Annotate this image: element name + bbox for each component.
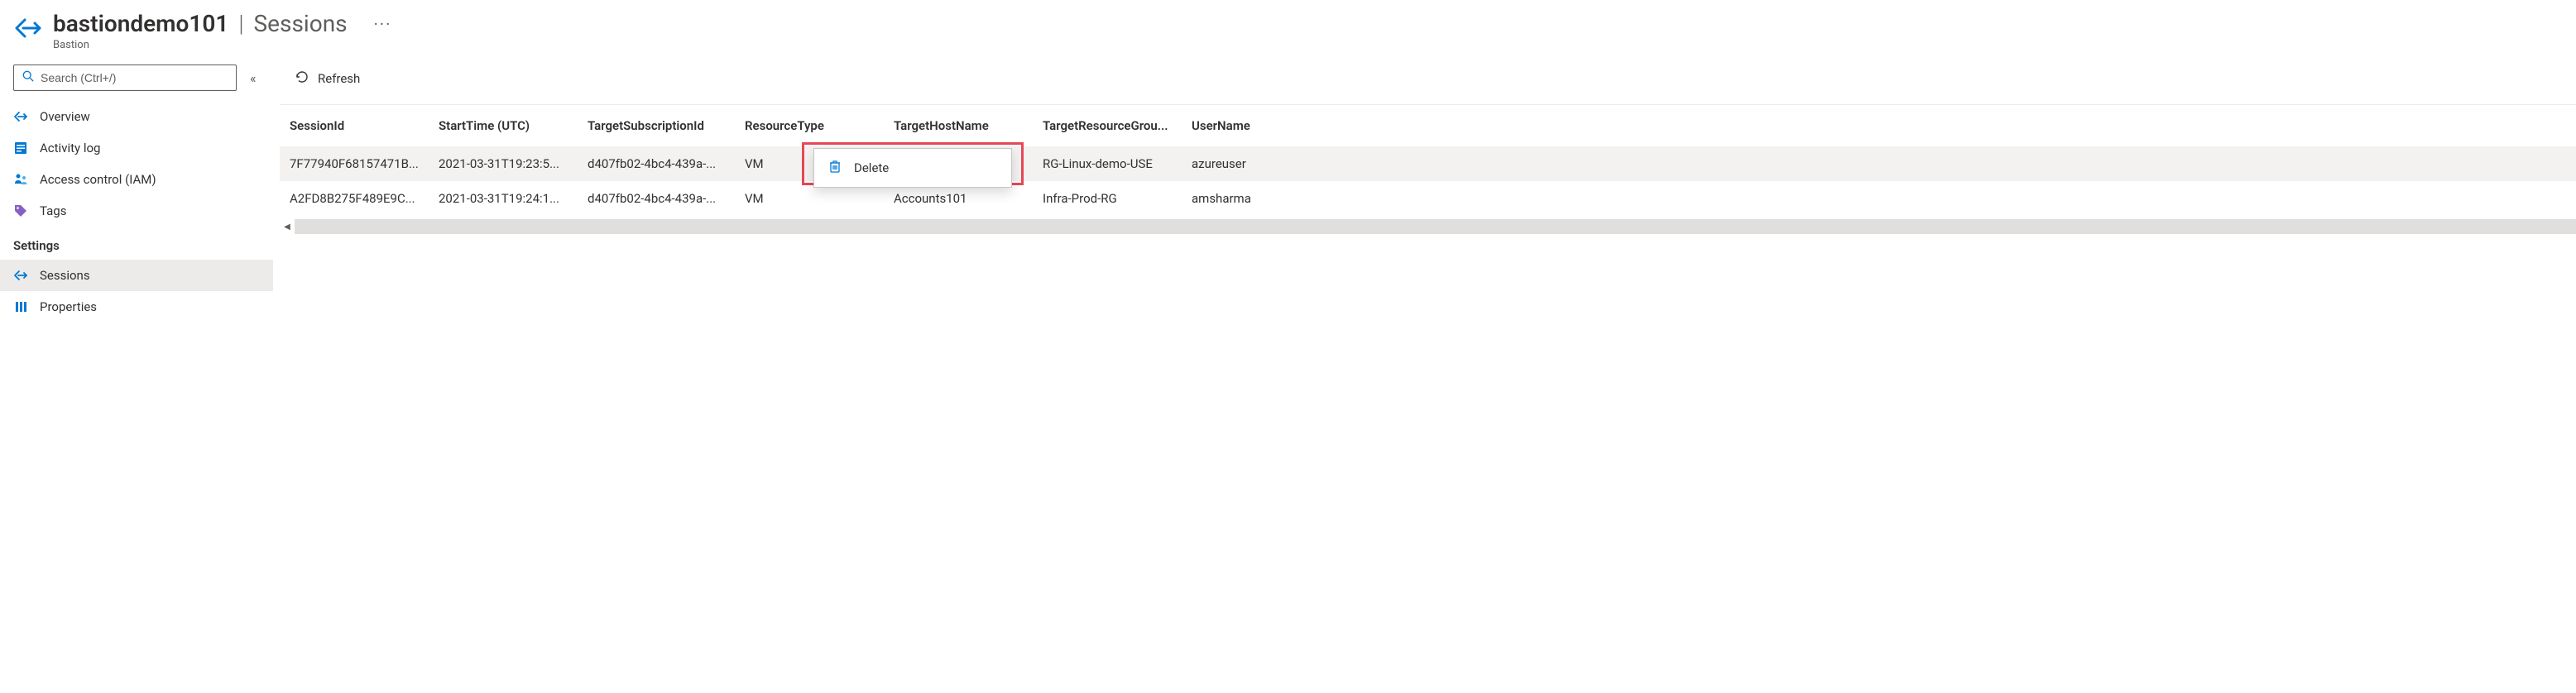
delete-menu-item[interactable]: Delete — [814, 149, 1011, 187]
search-box[interactable] — [13, 65, 237, 91]
table-header-row: SessionId StartTime (UTC) TargetSubscrip… — [280, 105, 2576, 146]
resource-name: bastiondemo101 — [53, 10, 228, 37]
nav-label: Sessions — [40, 268, 90, 283]
resource-type-label: Bastion — [53, 39, 391, 51]
col-user-name[interactable]: UserName — [1182, 105, 1331, 146]
tags-icon — [13, 203, 28, 218]
sidebar: « Overview Activity log Access control (… — [0, 58, 273, 329]
scroll-left-arrow[interactable]: ◀ — [280, 219, 295, 234]
page-header: bastiondemo101 | Sessions ··· Bastion — [0, 0, 2576, 58]
nav-access-control[interactable]: Access control (IAM) — [0, 164, 273, 195]
more-actions-button[interactable]: ··· — [374, 14, 392, 34]
delete-icon — [827, 159, 842, 177]
nav-label: Overview — [40, 109, 90, 124]
horizontal-scrollbar[interactable]: ◀ — [280, 219, 2576, 234]
toolbar: Refresh — [280, 65, 2576, 105]
collapse-sidebar-button[interactable]: « — [250, 70, 257, 86]
col-session-id[interactable]: SessionId — [280, 105, 429, 146]
search-input[interactable] — [41, 71, 228, 84]
bastion-icon — [13, 13, 43, 43]
activity-log-icon — [13, 141, 28, 155]
nav-label: Activity log — [40, 141, 100, 155]
nav-sessions[interactable]: Sessions — [0, 260, 273, 291]
col-resource-group[interactable]: TargetResourceGrou... — [1033, 105, 1182, 146]
col-subscription[interactable]: TargetSubscriptionId — [578, 105, 735, 146]
table-row[interactable]: 7F77940F68157471B... 2021-03-31T19:23:5.… — [280, 146, 2576, 181]
delete-label: Delete — [854, 160, 889, 175]
nav-label: Tags — [40, 203, 66, 218]
nav-label: Access control (IAM) — [40, 172, 156, 187]
search-icon — [22, 70, 34, 85]
sessions-table: SessionId StartTime (UTC) TargetSubscrip… — [280, 105, 2576, 216]
nav-activity-log[interactable]: Activity log — [0, 132, 273, 164]
sessions-icon — [13, 268, 28, 283]
iam-icon — [13, 172, 28, 187]
nav-tags[interactable]: Tags — [0, 195, 273, 227]
refresh-icon — [295, 69, 309, 88]
col-host-name[interactable]: TargetHostName — [884, 105, 1033, 146]
table-row[interactable]: A2FD8B275F489E9C... 2021-03-31T19:24:1..… — [280, 181, 2576, 216]
col-resource-type[interactable]: ResourceType — [735, 105, 884, 146]
nav-section-settings: Settings — [0, 227, 273, 260]
main-panel: Refresh SessionId StartTime (UTC) Target… — [273, 58, 2576, 329]
nav-properties[interactable]: Properties — [0, 291, 273, 323]
title-separator: | — [238, 10, 243, 37]
page-section: Sessions — [254, 10, 348, 37]
nav-overview[interactable]: Overview — [0, 101, 273, 132]
refresh-button[interactable]: Refresh — [286, 65, 368, 93]
nav-label: Properties — [40, 299, 97, 314]
col-start-time[interactable]: StartTime (UTC) — [429, 105, 578, 146]
context-menu: Delete — [813, 148, 1012, 188]
refresh-label: Refresh — [318, 71, 360, 86]
overview-icon — [13, 109, 28, 124]
properties-icon — [13, 299, 28, 314]
